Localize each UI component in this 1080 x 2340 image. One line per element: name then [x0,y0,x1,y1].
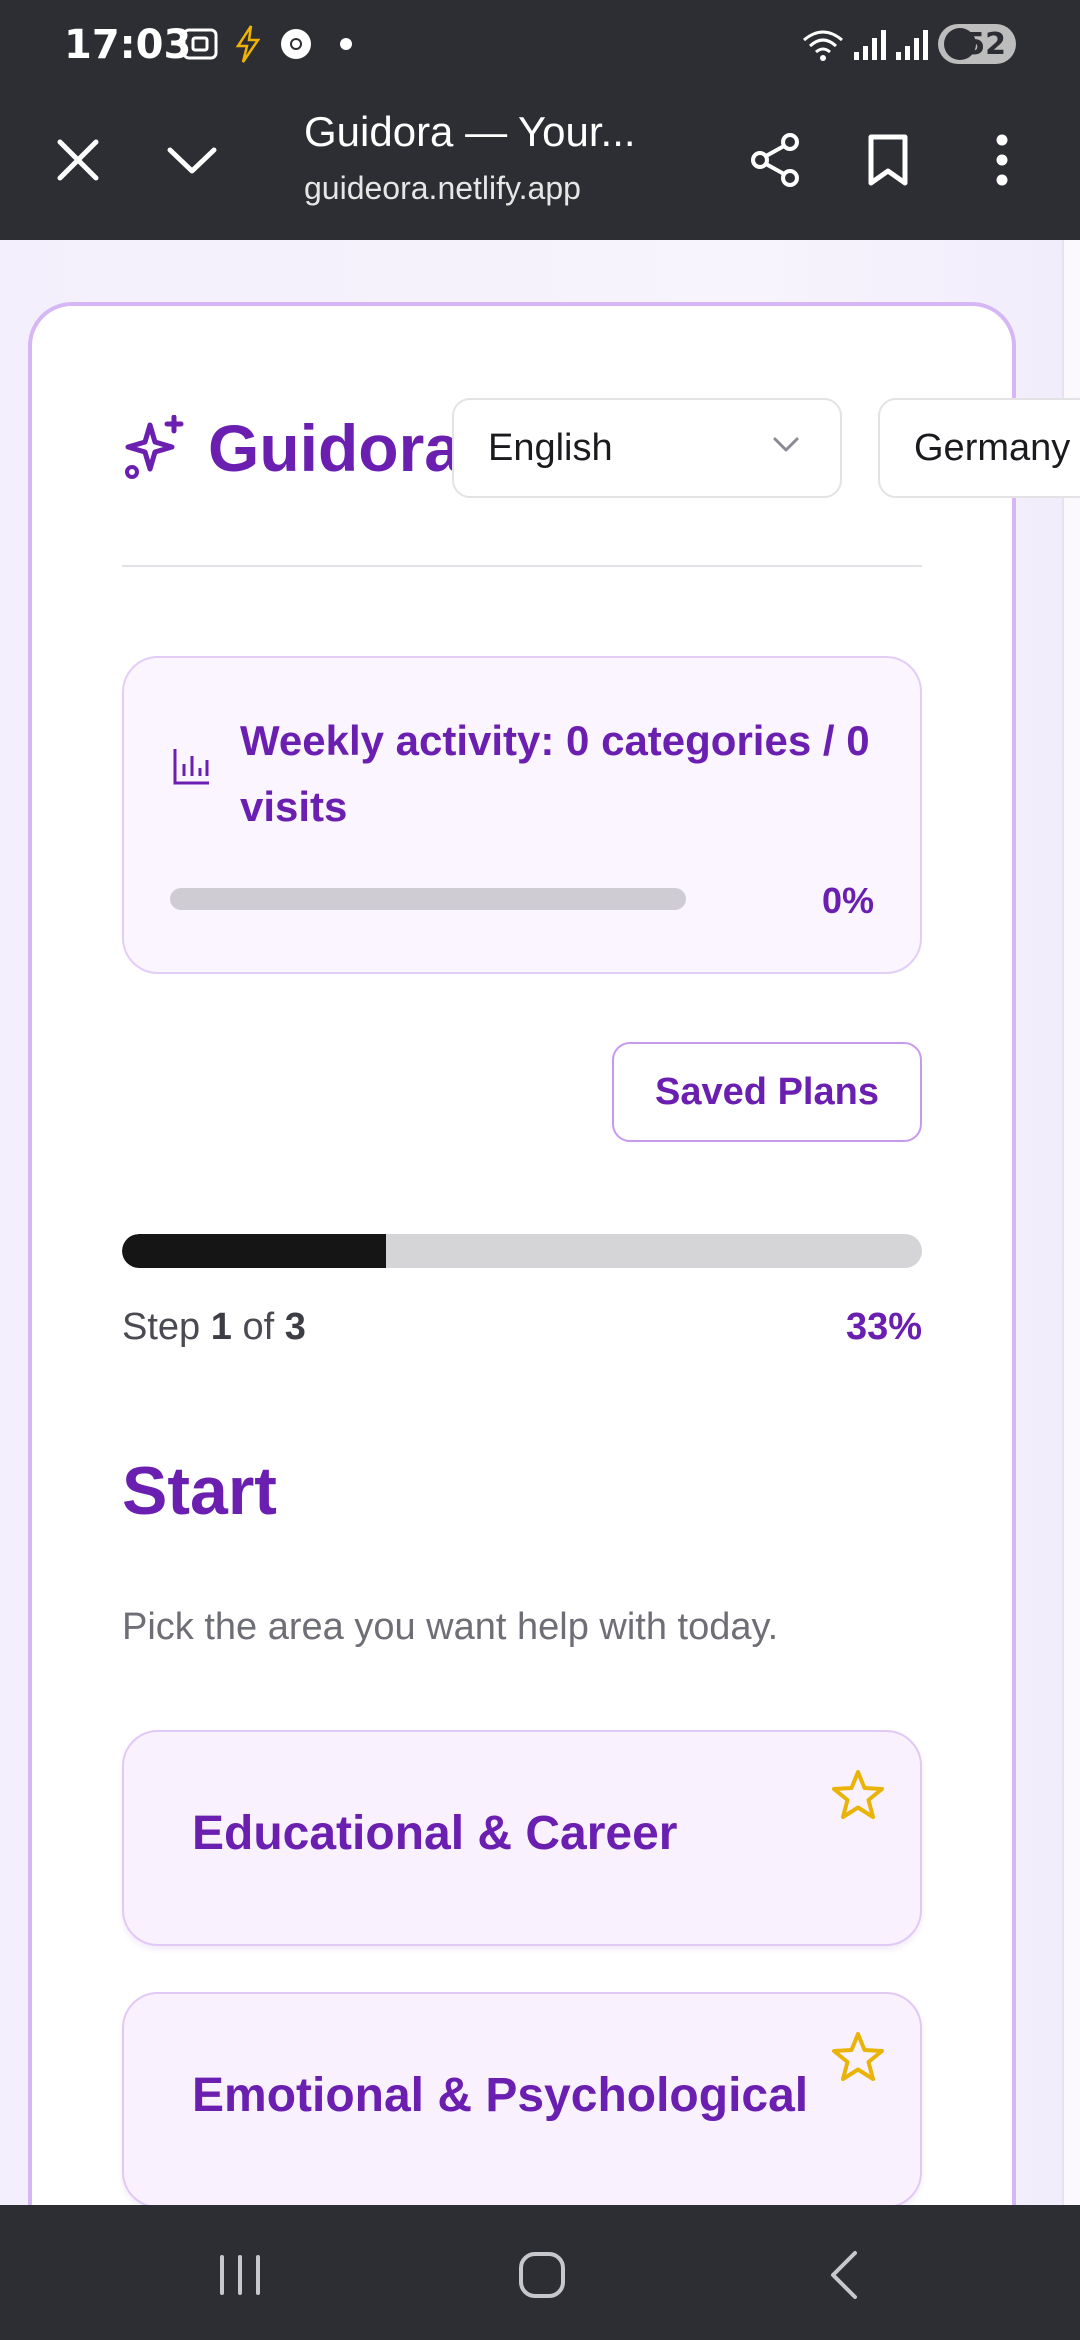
language-select[interactable]: English [452,398,842,498]
status-bar: 17:03 52 [0,0,1080,90]
home-button[interactable] [502,2235,582,2315]
bookmark-icon [868,134,908,186]
chrome-icon [281,29,311,59]
step-word: Step [122,1306,201,1348]
page-title: Guidora — Your... [304,108,636,155]
close-icon [57,139,99,181]
header-divider [122,565,922,567]
step-total: 3 [284,1306,306,1348]
step-percent: 33% [845,1306,922,1348]
bar-chart-icon [173,749,209,785]
flash-icon [235,25,261,63]
category-label: Educational & Career [192,1807,678,1860]
step-indicator: Step 1 of 3 [122,1306,306,1349]
chevron-down-icon [167,147,217,174]
status-time: 17:03 [64,22,192,68]
wifi-icon [803,30,843,61]
country-select-value: Germany [914,426,1071,469]
share-button[interactable] [736,120,816,200]
more-vert-icon [996,134,1008,186]
weekly-activity-card: Weekly activity: 0 categories / 0 visits… [122,656,922,974]
logo-text: Guidora [208,411,462,485]
star-outline-icon[interactable] [830,2030,886,2084]
more-options-button[interactable] [962,120,1042,200]
system-nav-bar [0,2205,1080,2340]
screenshot-icon [182,28,218,60]
sparkles-icon [125,415,184,479]
browser-toolbar: Guidora — Your... guideora.netlify.app [0,90,1080,240]
step-progress-fill [122,1234,386,1268]
battery-indicator: 52 [938,24,1016,64]
minimize-tab-button[interactable] [152,120,232,200]
page-edge [1062,240,1080,2205]
category-label: Emotional & Psychological [192,2069,809,2122]
battery-icon [944,28,976,60]
share-icon [751,133,799,187]
country-select[interactable]: Germany [878,398,1080,498]
signal-icon [896,30,928,60]
chevron-down-icon [773,437,799,452]
step-of-word: of [242,1306,275,1348]
activity-percent: 0% [821,880,874,921]
step-current: 1 [210,1306,232,1348]
signal-icon [854,30,886,60]
back-button[interactable] [804,2235,884,2315]
saved-plans-button[interactable]: Saved Plans [612,1042,922,1142]
section-title: Start [122,1453,277,1529]
step-progress-bar [122,1234,922,1268]
category-card[interactable]: Educational & Career [122,1730,922,1946]
back-icon [831,2251,857,2299]
web-page: Guidora English Germany Weekly activity:… [0,240,1080,2205]
star-outline-icon[interactable] [830,1768,886,1822]
category-card[interactable]: Emotional & Psychological [122,1992,922,2205]
activity-progress-bar [170,888,686,910]
section-subtitle: Pick the area you want help with today. [122,1606,779,1648]
home-icon [519,2252,565,2298]
bookmark-button[interactable] [848,120,928,200]
recents-icon [220,2255,260,2295]
app-logo[interactable]: Guidora [122,410,461,486]
dot-icon [340,38,352,50]
weekly-activity-text: Weekly activity: 0 categories / 0 visits [240,717,870,830]
recents-button[interactable] [200,2235,280,2315]
page-url: guideora.netlify.app [304,170,581,206]
language-select-value: English [488,426,613,469]
close-tab-button[interactable] [38,120,118,200]
